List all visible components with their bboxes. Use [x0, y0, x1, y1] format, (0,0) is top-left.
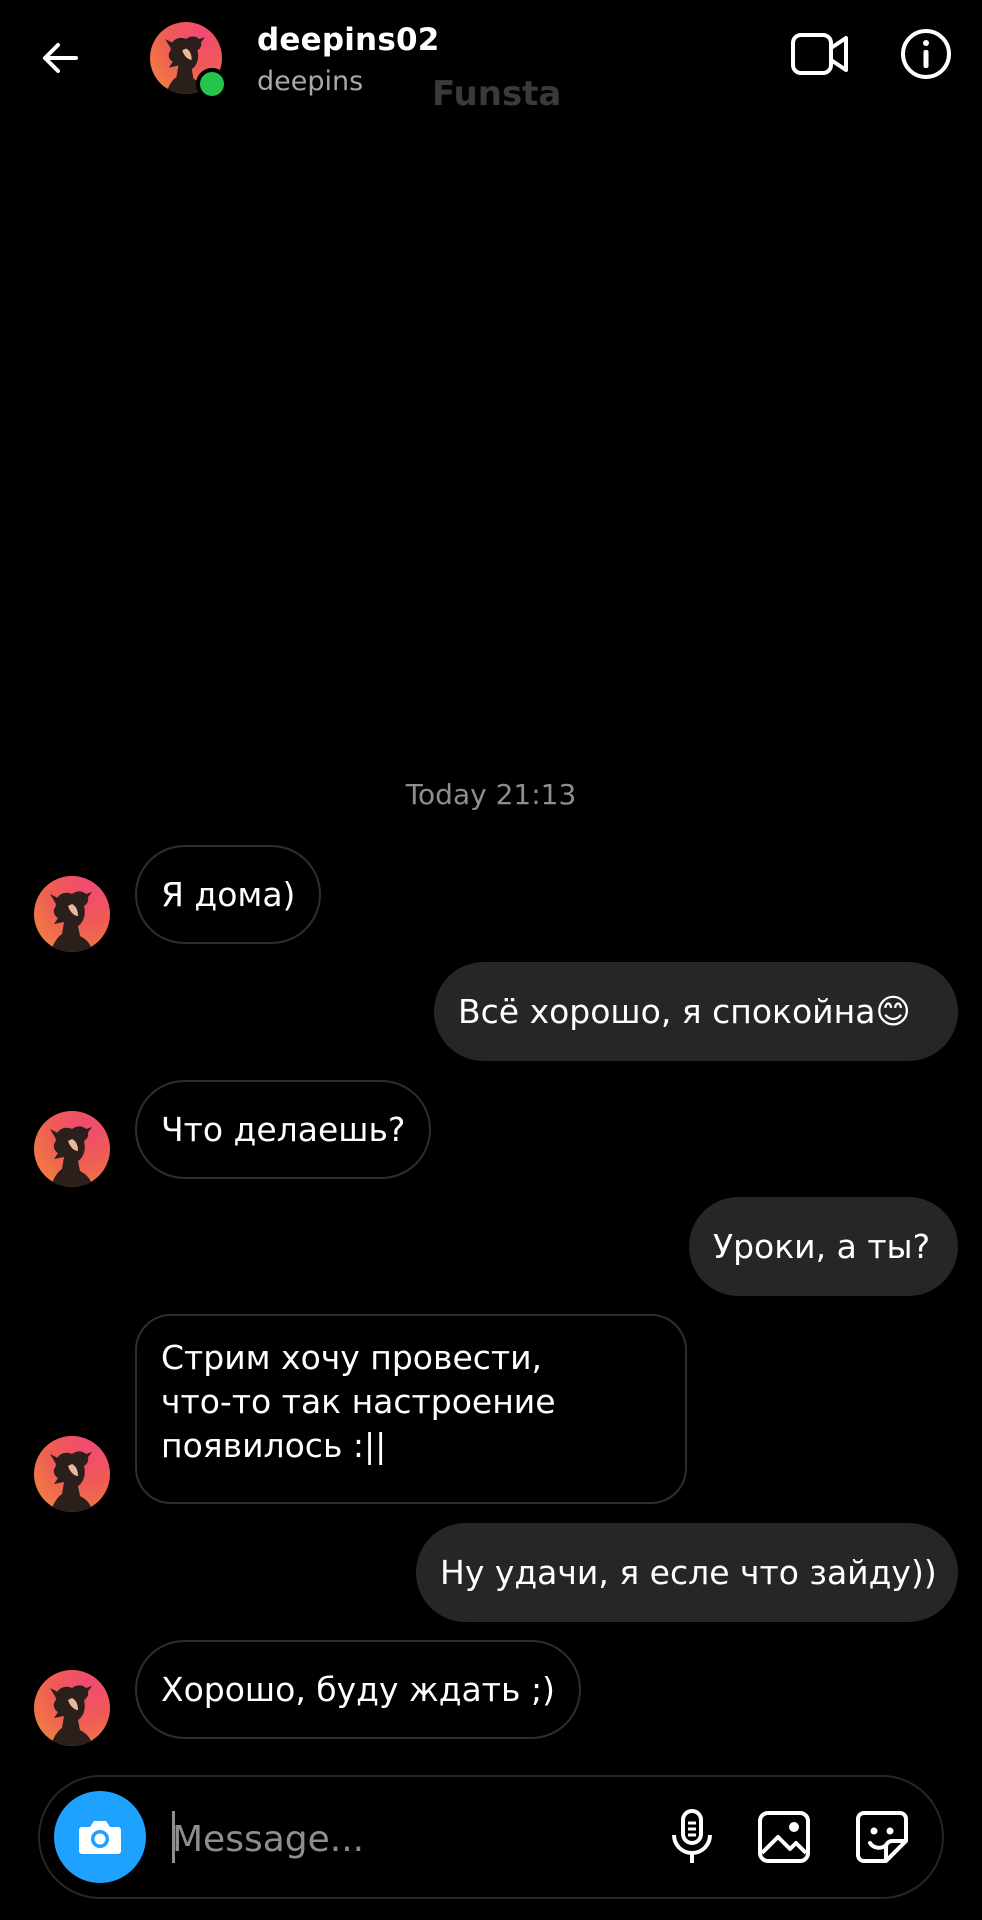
incoming-message[interactable]: Я дома) — [135, 845, 322, 944]
message-line: Стрим хочу провести, — [161, 1338, 543, 1377]
message-input[interactable] — [170, 1803, 674, 1875]
outgoing-message[interactable]: Всё хорошо, я спокойна 😊 — [434, 962, 958, 1061]
message-text: Уроки, а ты? — [713, 1226, 931, 1266]
info-button[interactable] — [900, 28, 952, 80]
message-text: Что делаешь? — [161, 1109, 406, 1149]
message-text: Всё хорошо, я спокойна — [458, 991, 876, 1031]
gallery-button[interactable] — [754, 1807, 814, 1867]
sender-avatar[interactable] — [34, 1111, 110, 1187]
back-button[interactable] — [34, 32, 86, 84]
camera-button[interactable] — [54, 1791, 146, 1883]
sender-avatar[interactable] — [34, 1670, 110, 1746]
camera-icon — [79, 1821, 121, 1854]
message-text: Хорошо, буду ждать ;) — [161, 1669, 555, 1709]
outgoing-message[interactable]: Уроки, а ты? — [689, 1197, 958, 1296]
sticker-icon — [856, 1811, 908, 1863]
contact-username[interactable]: deepins02 — [257, 22, 440, 58]
conversation-timestamp: Today 21:13 — [405, 778, 577, 811]
incoming-message[interactable]: Что делаешь? — [135, 1080, 432, 1179]
video-call-icon — [791, 33, 848, 75]
incoming-message[interactable]: Стрим хочу провести, что-то так настроен… — [135, 1314, 687, 1504]
sender-avatar[interactable] — [34, 1436, 110, 1512]
watermark-text: Funsta — [432, 74, 562, 114]
voice-message-button[interactable] — [662, 1807, 722, 1867]
message-composer — [38, 1775, 944, 1899]
online-status-indicator — [196, 68, 228, 100]
video-call-button[interactable] — [790, 30, 850, 78]
gallery-icon — [758, 1811, 810, 1863]
message-text: Я дома) — [161, 874, 296, 914]
back-arrow-icon — [43, 43, 78, 73]
smiling-face-emoji: 😊 — [875, 991, 911, 1032]
message-text: Ну удачи, я есле что зайду)) — [440, 1552, 937, 1592]
sticker-button[interactable] — [852, 1807, 912, 1867]
microphone-icon — [672, 1809, 712, 1863]
contact-subname[interactable]: deepins — [257, 66, 363, 97]
message-line: что-то так настроение — [161, 1382, 556, 1421]
incoming-message[interactable]: Хорошо, буду ждать ;) — [135, 1640, 581, 1739]
outgoing-message[interactable]: Ну удачи, я есле что зайду)) — [416, 1523, 958, 1622]
message-line: появилось :|| — [161, 1426, 387, 1465]
sender-avatar[interactable] — [34, 876, 110, 952]
info-icon — [901, 29, 951, 79]
chat-header: deepins02 deepins Funsta — [0, 0, 982, 120]
